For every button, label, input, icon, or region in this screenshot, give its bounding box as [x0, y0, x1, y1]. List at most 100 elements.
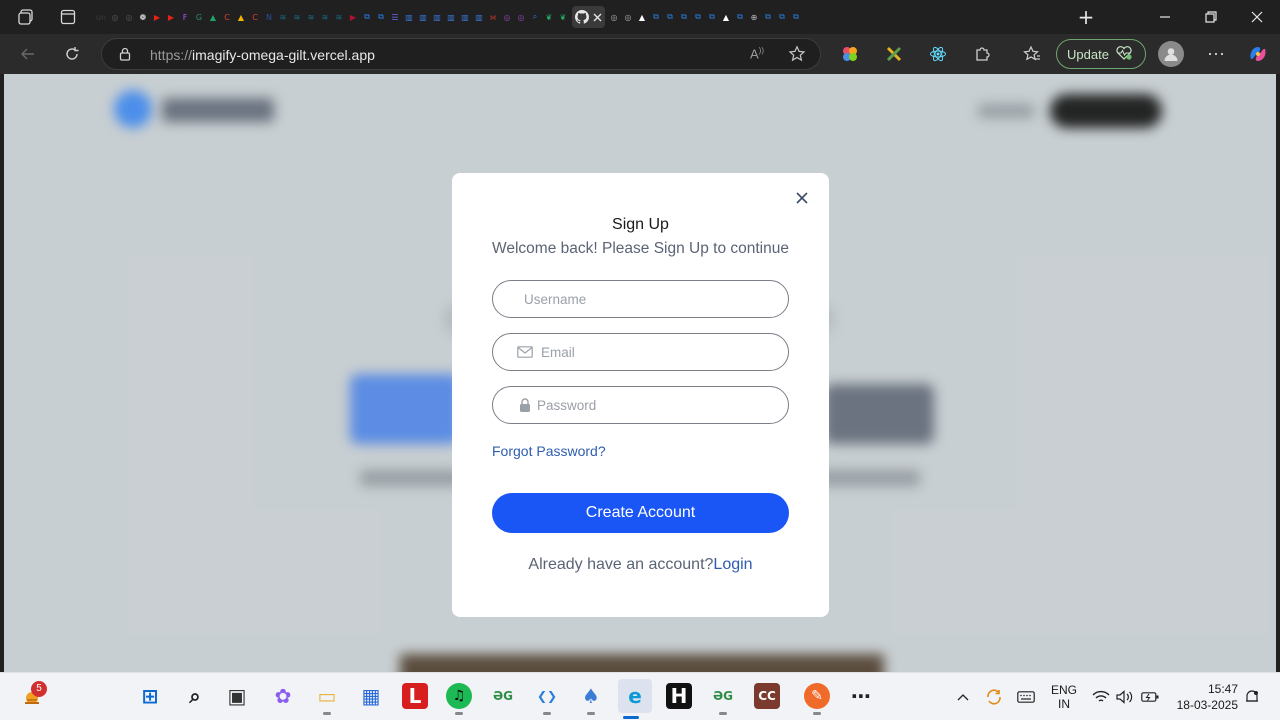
hackerrank-icon[interactable]: H	[666, 683, 692, 709]
chart-tab-icon[interactable]: ▥	[402, 9, 416, 25]
web-tab-icon[interactable]: ≋	[290, 9, 304, 25]
search-icon[interactable]: ⌕	[182, 683, 208, 709]
close-icon[interactable]	[793, 189, 811, 207]
app-tab-icon[interactable]: ◎	[500, 9, 514, 25]
chart-tab-icon[interactable]: ▥	[416, 9, 430, 25]
copilot-icon[interactable]	[1246, 42, 1270, 66]
app-tab-icon[interactable]: ⧉	[374, 9, 388, 25]
store-icon[interactable]: ▦	[358, 683, 384, 709]
login-link[interactable]: Login	[713, 556, 752, 573]
url-text[interactable]: https://imagify-omega-gilt.vercel.app	[150, 47, 375, 63]
list-tab-icon[interactable]: ☰	[388, 9, 402, 25]
back-icon[interactable]	[16, 42, 40, 66]
app-tab-icon[interactable]: ᴍ	[486, 9, 500, 25]
web-tab-icon[interactable]: ≋	[276, 9, 290, 25]
leaf-tab-icon[interactable]: ❦	[556, 9, 570, 25]
web-tab-icon[interactable]: ⊕	[747, 9, 761, 25]
lock-icon[interactable]	[118, 47, 132, 66]
web-tab-icon[interactable]: ≋	[332, 9, 346, 25]
app-tab-icon[interactable]: ⧉	[761, 9, 775, 25]
refresh-icon[interactable]	[60, 42, 84, 66]
battery-icon[interactable]	[1141, 688, 1159, 706]
chrome-tab-icon[interactable]: C	[248, 9, 262, 25]
username-input[interactable]	[524, 291, 754, 307]
email-input[interactable]	[541, 344, 771, 360]
forgot-password-link[interactable]: Forgot Password?	[492, 443, 606, 459]
restore-button[interactable]	[1188, 0, 1234, 34]
app-tab-icon[interactable]: ⧉	[677, 9, 691, 25]
new-tab-button[interactable]: +	[1064, 0, 1108, 34]
workspaces-icon[interactable]	[14, 5, 38, 29]
copilot-icon[interactable]: ✿	[270, 683, 296, 709]
edge-icon[interactable]: e	[618, 679, 652, 719]
spotify-icon[interactable]: ♫	[446, 683, 472, 715]
cc-icon[interactable]: CC	[754, 683, 780, 709]
openai-tab-icon[interactable]: ❁	[136, 9, 150, 25]
extensions-icon[interactable]	[970, 42, 994, 66]
youtube-tab-icon[interactable]: ▶	[150, 9, 164, 25]
chart-tab-icon[interactable]: ▥	[458, 9, 472, 25]
email-field[interactable]	[492, 333, 789, 371]
app-tab-icon[interactable]: ⧉	[663, 9, 677, 25]
solitaire-icon[interactable]: ♠	[578, 683, 604, 715]
chart-tab-icon[interactable]: ▥	[444, 9, 458, 25]
app-tab-icon[interactable]: ⧉	[649, 9, 663, 25]
react-devtools-icon[interactable]	[926, 42, 950, 66]
chatgpt-tab-icon[interactable]: ◎	[621, 9, 635, 25]
task-view-icon[interactable]: ▣	[224, 683, 250, 709]
file-explorer-icon[interactable]: ▭	[314, 683, 340, 715]
show-hidden-icons-icon[interactable]	[954, 688, 972, 706]
chart-tab-icon[interactable]: ▥	[472, 9, 486, 25]
web-tab-icon[interactable]: ≋	[304, 9, 318, 25]
start-icon[interactable]: ⊞	[137, 683, 163, 709]
unsplash-tab-icon[interactable]: un	[94, 9, 108, 25]
chart-tab-icon[interactable]: ▥	[430, 9, 444, 25]
language-indicator[interactable]: ENG IN	[1048, 683, 1080, 711]
password-input[interactable]	[537, 397, 767, 413]
search-tab-icon[interactable]: ⌕	[528, 9, 542, 25]
favorite-star-icon[interactable]	[788, 45, 806, 68]
password-field[interactable]	[492, 386, 789, 424]
leaf-tab-icon[interactable]: ❦	[542, 9, 556, 25]
favorites-icon[interactable]	[1020, 42, 1044, 66]
vertical-tabs-icon[interactable]	[56, 5, 80, 29]
profile-avatar[interactable]	[1158, 41, 1184, 67]
more-icon[interactable]: ⋯	[848, 683, 874, 709]
volume-icon[interactable]	[1116, 688, 1134, 706]
app-tab-icon[interactable]: ⧉	[733, 9, 747, 25]
vercel-tab-icon[interactable]: ▲	[635, 9, 649, 25]
notifications-icon[interactable]	[1243, 688, 1261, 706]
app-tab-icon[interactable]: ⧉	[789, 9, 803, 25]
drive-tab-icon[interactable]: ▲	[234, 9, 248, 25]
netflix-tab-icon[interactable]: N	[262, 9, 276, 25]
chatgpt-tab-icon[interactable]: ◎	[607, 9, 621, 25]
app-tab-icon[interactable]: ◎	[514, 9, 528, 25]
color-extension-icon[interactable]	[838, 42, 862, 66]
gfg-icon[interactable]: ƏG	[490, 683, 516, 709]
app-tab-icon[interactable]: ⧉	[775, 9, 789, 25]
chatgpt-tab-icon[interactable]: ◎	[108, 9, 122, 25]
vscode-icon[interactable]: ❮❯	[534, 683, 560, 715]
close-window-button[interactable]	[1234, 0, 1280, 34]
active-tab[interactable]	[572, 6, 605, 28]
minimize-button[interactable]	[1142, 0, 1188, 34]
pen-icon[interactable]: ✎	[804, 683, 830, 715]
app-tab-icon[interactable]: ⧉	[691, 9, 705, 25]
create-account-button[interactable]: Create Account	[492, 493, 789, 533]
address-bar[interactable]: https://imagify-omega-gilt.vercel.app A)…	[101, 38, 821, 70]
username-field[interactable]	[492, 280, 789, 318]
figma-tab-icon[interactable]: F	[178, 9, 192, 25]
drive-tab-icon[interactable]: ▲	[206, 9, 220, 25]
genai-tab-icon[interactable]: G	[192, 9, 206, 25]
wifi-icon[interactable]	[1092, 688, 1110, 706]
chrome-tab-icon[interactable]: C	[220, 9, 234, 25]
tools-extension-icon[interactable]	[882, 42, 906, 66]
app-tab-icon[interactable]: ⧉	[360, 9, 374, 25]
vercel-tab-icon[interactable]: ▲	[719, 9, 733, 25]
youtube-tab-icon[interactable]: ▶	[346, 9, 360, 25]
clock[interactable]: 15:47 18-03-2025	[1168, 681, 1238, 713]
keyboard-icon[interactable]	[1017, 688, 1035, 706]
sync-icon[interactable]	[985, 688, 1003, 706]
youtube-tab-icon[interactable]: ▶	[164, 9, 178, 25]
chatgpt-tab-icon[interactable]: ◎	[122, 9, 136, 25]
